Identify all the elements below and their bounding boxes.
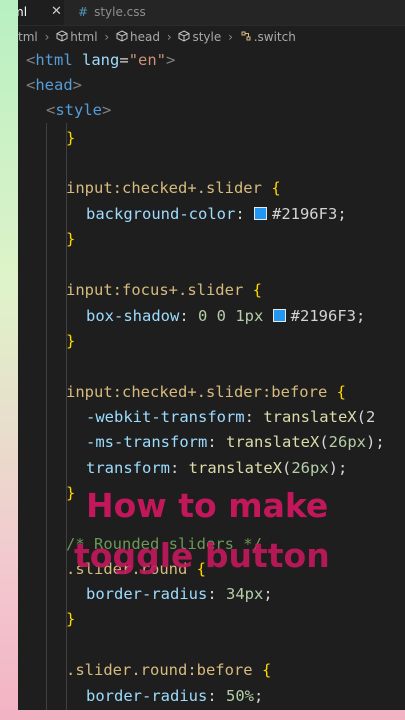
code-line: }	[66, 610, 76, 628]
color-swatch[interactable]	[253, 207, 267, 220]
tab-html-file[interactable]: ml ✕	[18, 0, 64, 25]
code-line: box-shadow: 0 0 1px #2196F3;	[86, 307, 366, 325]
breadcrumb-style[interactable]: style	[192, 26, 221, 48]
tab-html-label: ml	[18, 5, 28, 19]
breadcrumb: tml › html › head › style › .switch	[18, 26, 405, 48]
code-line: background-color: #2196F3;	[86, 205, 347, 223]
code-line: -webkit-transform: translateX(2	[86, 408, 376, 426]
code-line: input:checked+.slider {	[66, 179, 281, 197]
caption-line-1: How to make	[86, 486, 329, 525]
css-file-icon: #	[78, 5, 89, 19]
code-line: }	[66, 129, 76, 147]
indent-guide	[46, 123, 47, 710]
editor-window: ml ✕ # style.css tml › html › head › styl…	[18, 0, 405, 710]
chevron-right-icon: ›	[228, 30, 233, 44]
code-line: }	[66, 332, 76, 350]
caption-line-2: toggle button	[74, 536, 330, 575]
code-line: input:focus+.slider {	[66, 281, 262, 299]
color-swatch[interactable]	[272, 309, 286, 322]
chevron-right-icon: ›	[166, 30, 172, 44]
close-icon[interactable]: ✕	[51, 0, 62, 24]
cube-icon	[56, 30, 68, 42]
code-line: <head>	[26, 76, 83, 94]
code-line: -ms-transform: translateX(26px);	[86, 433, 385, 451]
code-line: <style>	[46, 101, 112, 119]
chevron-right-icon: ›	[44, 30, 50, 44]
tab-style-css[interactable]: # style.css	[78, 0, 146, 25]
breadcrumb-head[interactable]: head	[130, 26, 160, 48]
code-line: .slider.round:before {	[66, 661, 272, 679]
breadcrumb-switch[interactable]: .switch	[254, 26, 296, 48]
code-line: }	[66, 484, 76, 502]
tab-bar: ml ✕ # style.css	[18, 0, 405, 26]
breadcrumb-html[interactable]: html	[70, 26, 97, 48]
breadcrumb-file[interactable]: tml	[18, 26, 38, 48]
code-line: transform: translateX(26px);	[86, 459, 348, 477]
code-line: }	[66, 230, 76, 248]
code-line: <html lang="en">	[26, 51, 176, 69]
code-line: border-radius: 34px;	[86, 585, 273, 603]
code-line: border-radius: 50%;	[86, 687, 264, 705]
cube-icon	[178, 30, 190, 42]
css-rule-icon	[241, 31, 251, 41]
code-line: input:checked+.slider:before {	[66, 383, 346, 401]
chevron-right-icon: ›	[104, 30, 110, 44]
cube-icon	[116, 30, 128, 42]
code-editor[interactable]: <html lang="en"> <head> <style> } input:…	[18, 48, 405, 710]
tab-css-label: style.css	[94, 5, 146, 19]
